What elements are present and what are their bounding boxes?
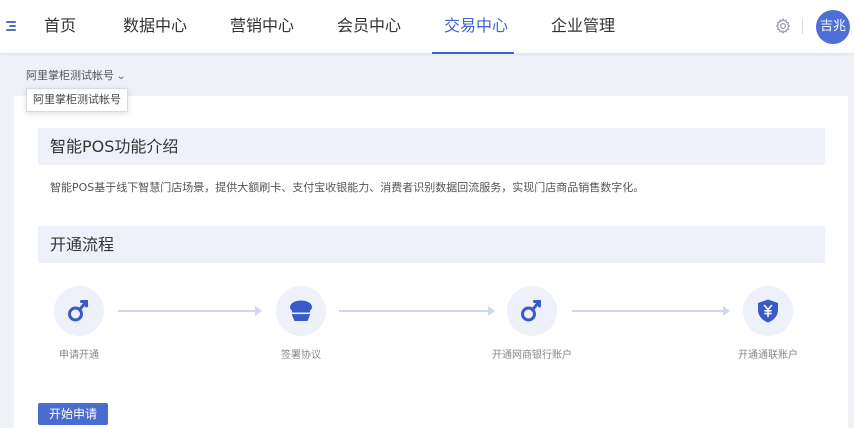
yen-shield-icon <box>758 299 778 323</box>
active-tab-indicator <box>432 52 514 54</box>
avatar[interactable]: 吉兆 <box>816 10 850 44</box>
seal-icon <box>290 300 312 321</box>
nav-item-data-center[interactable]: 数据中心 <box>123 0 187 54</box>
step-label: 开通通联账户 <box>738 350 798 361</box>
step-sign-agreement: 签署协议 <box>251 286 351 361</box>
step-icon-circle <box>54 286 104 336</box>
account-tooltip: 阿里掌柜测试帐号 <box>26 88 128 112</box>
chevron-down-icon: ⌄ <box>116 71 127 82</box>
nav-item-trade-center[interactable]: 交易中心 <box>444 0 508 54</box>
step-icon-circle <box>507 286 557 336</box>
step-arrow <box>339 306 495 316</box>
gear-icon[interactable] <box>774 17 792 35</box>
step-icon-circle <box>276 286 326 336</box>
nav-item-home[interactable]: 首页 <box>44 0 76 54</box>
step-arrow <box>572 306 730 316</box>
step-label: 申请开通 <box>59 350 99 361</box>
header-divider <box>802 19 803 34</box>
step-icon-circle <box>743 286 793 336</box>
main-card: 智能POS功能介绍 智能POS基于线下智慧门店场景，提供大额刷卡、支付宝收银能力… <box>14 96 848 428</box>
step-label: 签署协议 <box>281 350 321 361</box>
step-label: 开通网商银行账户 <box>492 350 572 361</box>
start-apply-button[interactable]: 开始申请 <box>38 403 108 425</box>
menu-toggle-icon[interactable] <box>6 20 18 32</box>
step-arrow <box>118 306 262 316</box>
process-section-title: 开通流程 <box>38 226 825 263</box>
key-icon <box>68 300 88 322</box>
account-select-label: 阿里掌柜测试帐号 <box>26 69 114 82</box>
key-icon <box>521 300 541 322</box>
nav-item-marketing-center[interactable]: 营销中心 <box>230 0 294 54</box>
nav-item-enterprise-management[interactable]: 企业管理 <box>551 0 615 54</box>
step-open-mybank-account: 开通网商银行账户 <box>482 286 582 361</box>
intro-description: 智能POS基于线下智慧门店场景，提供大额刷卡、支付宝收银能力、消费者识别数据回流… <box>50 181 645 194</box>
step-apply: 申请开通 <box>29 286 129 361</box>
intro-section-title: 智能POS功能介绍 <box>38 128 825 165</box>
account-select[interactable]: 阿里掌柜测试帐号 ⌄ <box>26 67 127 83</box>
top-nav-bar: 首页 数据中心 营销中心 会员中心 交易中心 企业管理 吉兆 <box>0 0 854 54</box>
nav-item-member-center[interactable]: 会员中心 <box>337 0 401 54</box>
step-open-allinpay-account: 开通通联账户 <box>718 286 818 361</box>
